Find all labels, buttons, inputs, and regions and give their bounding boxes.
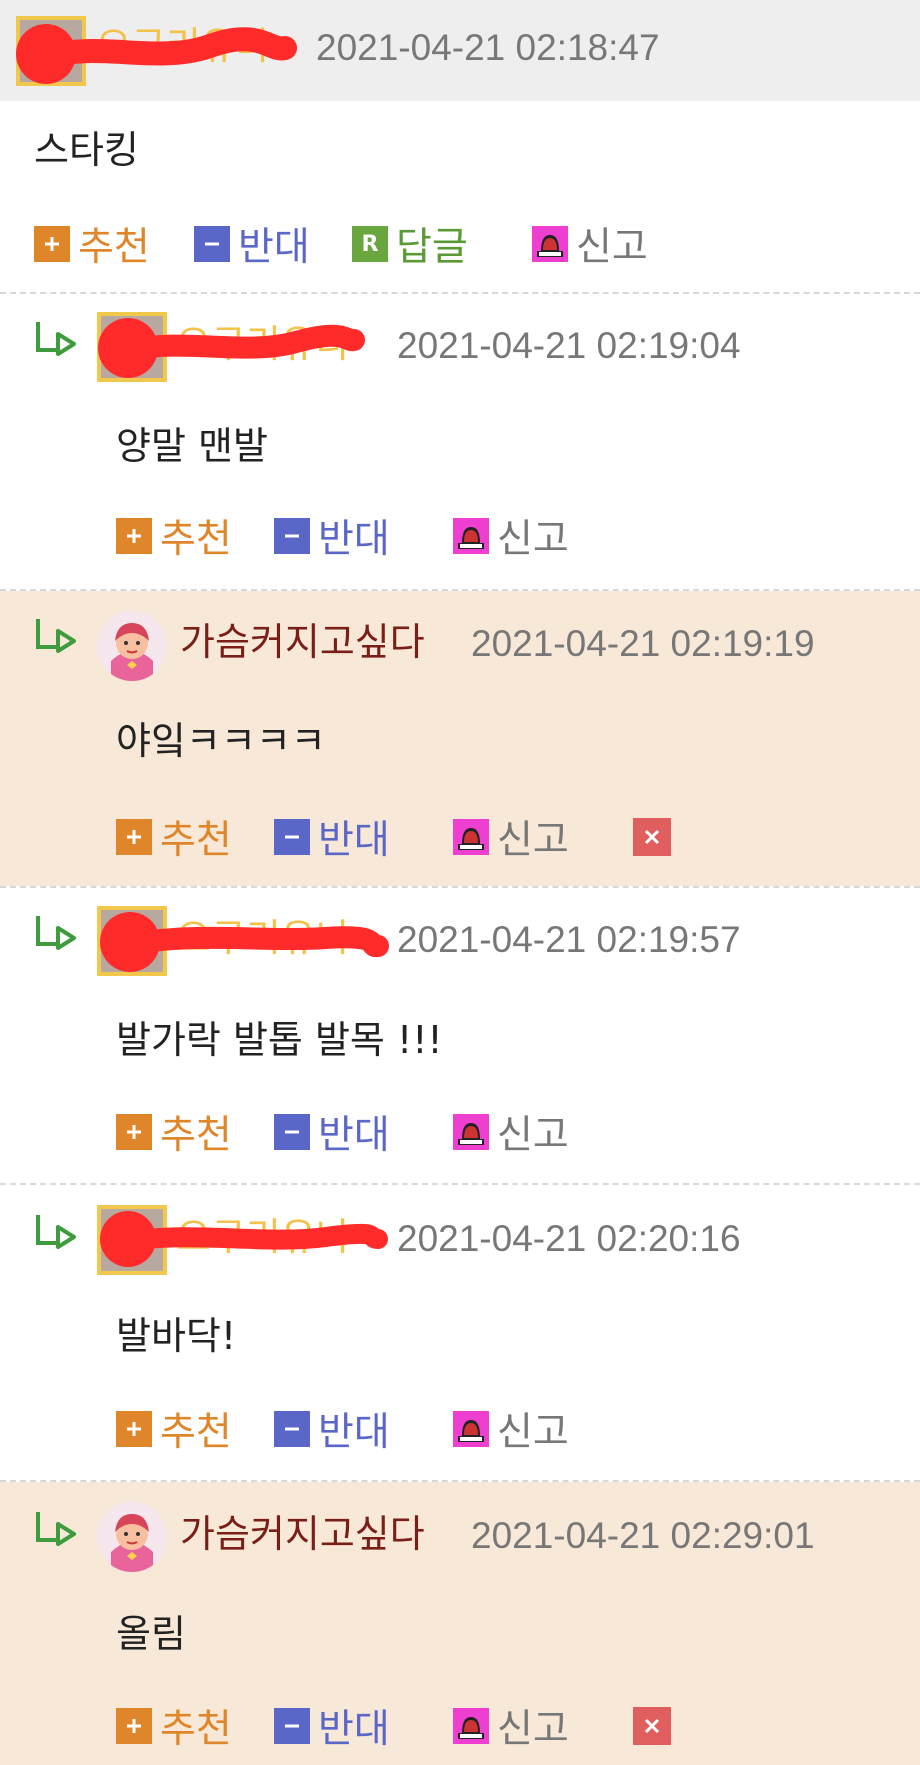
comment-item: 가슴커지고싶다 2021-04-21 02:29:01 올림 추천 반대 신고 (0, 1482, 920, 1765)
comment-date: 2021-04-21 02:20:16 (397, 1218, 741, 1259)
recommend-button[interactable]: 추천 (116, 1704, 232, 1752)
comment-date: 2021-04-21 02:18:47 (316, 27, 660, 68)
siren-icon (453, 1411, 489, 1447)
recommend-label: 추천 (160, 1113, 232, 1158)
comment-nickname[interactable]: 오구리유나 (96, 26, 271, 66)
minus-icon (274, 1411, 310, 1447)
siren-icon (453, 518, 489, 554)
report-label: 신고 (497, 1707, 569, 1752)
recommend-label: 추천 (160, 1410, 232, 1455)
siren-icon (532, 226, 568, 262)
oppose-button[interactable]: 반대 (274, 1110, 390, 1158)
avatar[interactable] (97, 611, 167, 681)
oppose-button[interactable]: 반대 (274, 514, 390, 562)
comment-text: 발가락 발톱 발목 !!! (116, 1018, 443, 1062)
minus-icon (274, 1114, 310, 1150)
plus-icon (34, 226, 70, 262)
report-label: 신고 (576, 225, 648, 270)
reply-arrow-icon (36, 916, 76, 950)
delete-button[interactable] (633, 818, 671, 856)
plus-icon (116, 1708, 152, 1744)
close-icon (644, 829, 660, 845)
reply-r-icon: R (352, 226, 388, 262)
close-icon (644, 1718, 660, 1734)
oppose-button[interactable]: 반대 (274, 1407, 390, 1455)
comment-item: 오구리유나 2021-04-21 02:19:57 발가락 발톱 발목 !!! … (0, 888, 920, 1184)
reply-arrow-icon (36, 619, 76, 653)
plus-icon (116, 819, 152, 855)
report-label: 신고 (497, 517, 569, 562)
plus-icon (116, 1114, 152, 1150)
comment-nickname[interactable]: 오구리유나 (176, 918, 351, 958)
avatar[interactable] (97, 312, 167, 382)
oppose-label: 반대 (318, 517, 390, 562)
avatar[interactable] (97, 1205, 167, 1275)
recommend-button[interactable]: 추천 (34, 222, 150, 270)
recommend-label: 추천 (160, 517, 232, 562)
recommend-label: 추천 (78, 225, 150, 270)
minus-icon (274, 1708, 310, 1744)
reply-label: 답글 (396, 225, 468, 270)
oppose-button[interactable]: 반대 (194, 222, 310, 270)
comment-text: 발바닥! (116, 1314, 237, 1358)
minus-icon (194, 226, 230, 262)
oppose-label: 반대 (318, 1113, 390, 1158)
recommend-button[interactable]: 추천 (116, 1110, 232, 1158)
comment-item: 오구리유나 2021-04-21 02:20:16 발바닥! 추천 반대 신고 (0, 1185, 920, 1481)
reply-button[interactable]: R 답글 (352, 222, 468, 270)
report-button[interactable]: 신고 (453, 1704, 569, 1752)
reply-arrow-icon (36, 1215, 76, 1249)
oppose-label: 반대 (318, 1410, 390, 1455)
character-avatar-icon (97, 1502, 167, 1572)
comment-nickname[interactable]: 오구리유나 (176, 324, 351, 364)
report-label: 신고 (497, 1410, 569, 1455)
report-button[interactable]: 신고 (453, 514, 569, 562)
recommend-button[interactable]: 추천 (116, 815, 232, 863)
recommend-button[interactable]: 추천 (116, 1407, 232, 1455)
comment-nickname[interactable]: 가슴커지고싶다 (180, 622, 425, 662)
plus-icon (116, 518, 152, 554)
report-button[interactable]: 신고 (453, 1407, 569, 1455)
comment-text: 야잌ㅋㅋㅋㅋ (116, 719, 326, 763)
report-button[interactable]: 신고 (532, 222, 648, 270)
oppose-label: 반대 (238, 225, 310, 270)
comment-item: 가슴커지고싶다 2021-04-21 02:19:19 야잌ㅋㅋㅋㅋ 추천 반대… (0, 591, 920, 886)
comment-date: 2021-04-21 02:19:04 (397, 325, 741, 366)
avatar[interactable] (97, 1502, 167, 1572)
comment-item: 오구리유나 2021-04-21 02:19:04 양말 맨발 추천 반대 신고 (0, 294, 920, 590)
report-label: 신고 (497, 818, 569, 863)
oppose-label: 반대 (318, 818, 390, 863)
comment-date: 2021-04-21 02:19:57 (397, 919, 741, 960)
oppose-button[interactable]: 반대 (274, 815, 390, 863)
avatar[interactable] (97, 906, 167, 976)
oppose-label: 반대 (318, 1707, 390, 1752)
comment-item: 오구리유나 2021-04-21 02:18:47 스타킹 추천 반대 R 답글… (0, 0, 920, 292)
siren-icon (453, 1114, 489, 1150)
report-button[interactable]: 신고 (453, 815, 569, 863)
comment-text: 올림 (116, 1612, 186, 1656)
minus-icon (274, 518, 310, 554)
reply-arrow-icon (36, 1512, 76, 1546)
comment-text: 스타킹 (34, 128, 139, 172)
delete-button[interactable] (633, 1707, 671, 1745)
report-button[interactable]: 신고 (453, 1110, 569, 1158)
recommend-label: 추천 (160, 818, 232, 863)
comment-date: 2021-04-21 02:29:01 (471, 1515, 815, 1556)
siren-icon (453, 819, 489, 855)
plus-icon (116, 1411, 152, 1447)
recommend-button[interactable]: 추천 (116, 514, 232, 562)
avatar[interactable] (16, 16, 86, 86)
oppose-button[interactable]: 반대 (274, 1704, 390, 1752)
report-label: 신고 (497, 1113, 569, 1158)
comment-text: 양말 맨발 (116, 424, 268, 468)
reply-arrow-icon (36, 322, 76, 356)
comment-nickname[interactable]: 오구리유나 (176, 1217, 351, 1257)
character-avatar-icon (97, 611, 167, 681)
recommend-label: 추천 (160, 1707, 232, 1752)
comment-nickname[interactable]: 가슴커지고싶다 (180, 1514, 425, 1554)
comment-date: 2021-04-21 02:19:19 (471, 623, 815, 664)
minus-icon (274, 819, 310, 855)
siren-icon (453, 1708, 489, 1744)
